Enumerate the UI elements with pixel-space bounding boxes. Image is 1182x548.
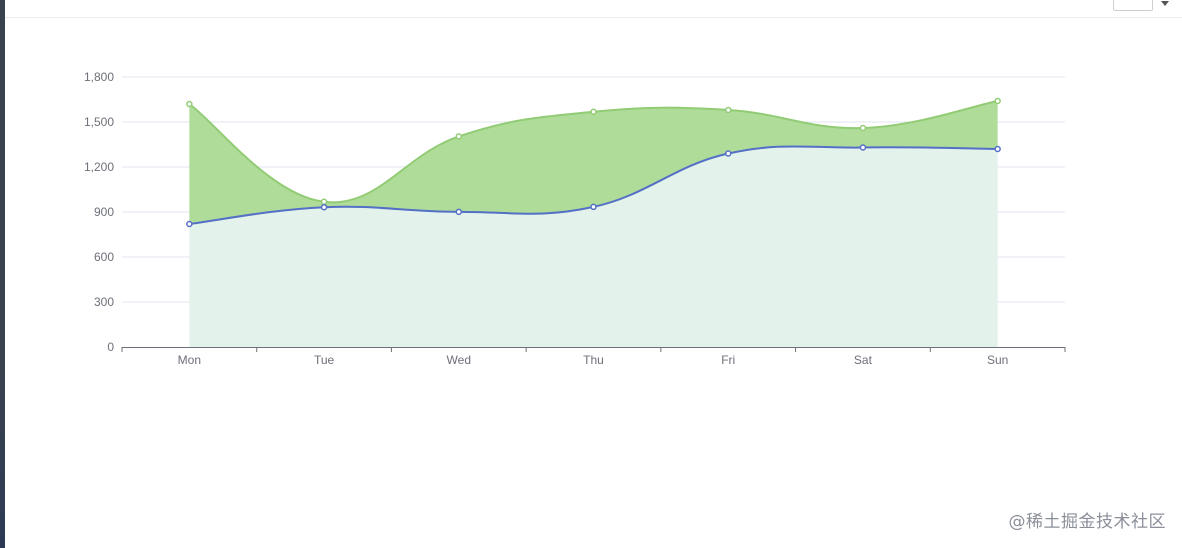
series-b-point	[724, 150, 732, 157]
watermark-text: @稀土掘金技术社区	[1008, 512, 1166, 532]
y-tick-label: 300	[94, 295, 114, 309]
x-tick-label: Thu	[583, 353, 604, 367]
series-b-point	[859, 144, 867, 151]
x-tick-label: Tue	[314, 353, 335, 367]
axes	[121, 347, 1066, 352]
stacked-area-chart: 0 300 600 900 1,200 1,500 1,800 Mon Tue Wed Thu Fr…	[84, 70, 1066, 367]
series-b-point	[994, 145, 1001, 153]
series-b-point	[186, 220, 193, 228]
x-tick-label: Sat	[854, 353, 873, 367]
y-tick-label: 600	[94, 250, 114, 264]
series-a-point	[859, 124, 867, 132]
series-a-point	[994, 97, 1001, 105]
series-a-point	[320, 198, 328, 206]
y-tick-label: 1,200	[84, 160, 114, 174]
series-b-point	[455, 208, 463, 216]
y-tick-label: 1,500	[84, 115, 114, 129]
y-tick-label: 0	[107, 340, 114, 354]
series-b-point	[590, 203, 597, 211]
series-a-point	[590, 108, 597, 116]
chart-page: 0 300 600 900 1,200 1,500 1,800 Mon Tue Wed Thu Fr…	[0, 0, 1182, 548]
x-tick-label: Mon	[178, 353, 201, 367]
x-tick-label: Fri	[721, 353, 735, 367]
series-b-point	[320, 203, 328, 211]
x-tick-label: Wed	[447, 353, 471, 367]
y-tick-label: 1,800	[84, 70, 114, 84]
x-tick-label: Sun	[987, 353, 1008, 367]
series-a-point	[186, 100, 193, 108]
x-axis-labels: Mon Tue Wed Thu Fri Sat Sun	[178, 353, 1009, 367]
series-a-point	[724, 106, 732, 114]
series-a-point	[455, 133, 463, 140]
series-areas	[189, 101, 998, 347]
y-axis-labels: 0 300 600 900 1,200 1,500 1,800	[84, 70, 114, 354]
y-tick-label: 900	[94, 205, 114, 219]
